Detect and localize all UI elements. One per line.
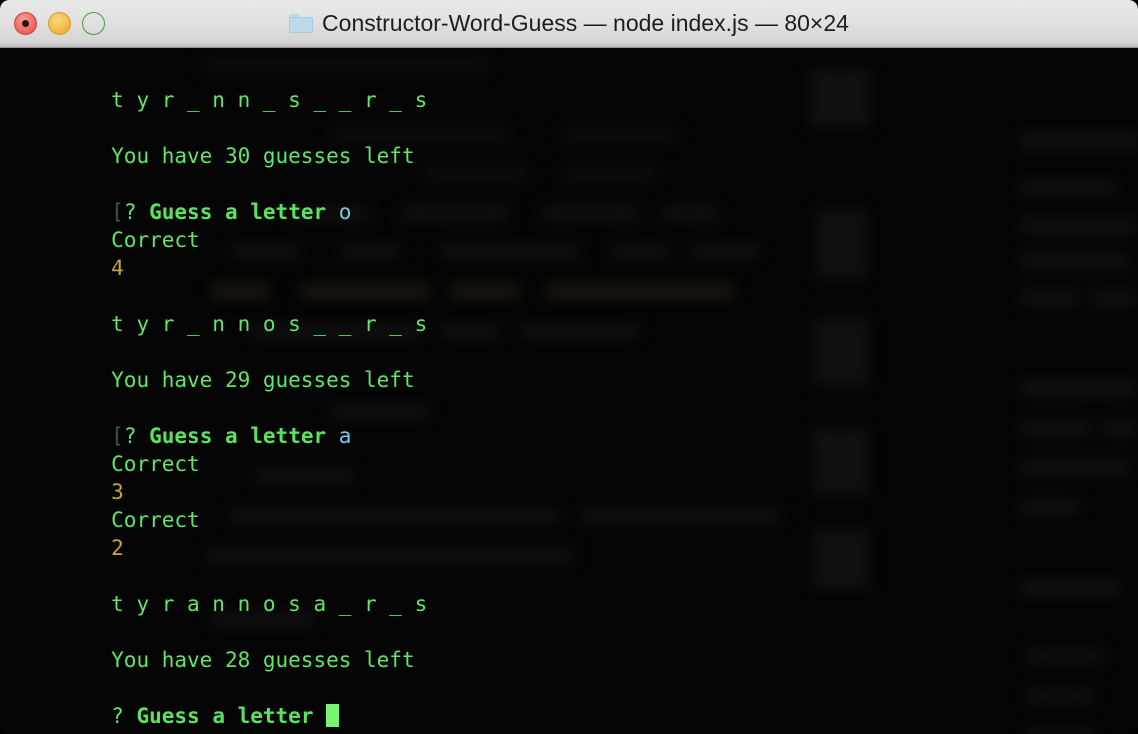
prompt-label: Guess a letter [136,704,314,728]
count-value: 3 [111,480,124,504]
guesses-left-line: You have 29 guesses left [10,338,1138,392]
result-line: Correct [10,478,1138,532]
prompt-line: [? Guess a letter o [10,170,1138,224]
word-display-line: t y r a n n o s a _ r _ s [10,562,1138,616]
window-title: Constructor-Word-Guess — node index.js —… [322,10,849,36]
count-value: 2 [111,536,124,560]
prompt-label: Guess a letter [149,424,327,448]
zoom-button[interactable] [82,12,105,35]
guesses-left-line: You have 28 guesses left [10,618,1138,672]
guesses-left-line: You have 30 guesses left [10,114,1138,168]
word-display: t y r _ n n _ s _ _ r _ s [111,88,428,112]
word-display-line: t y r _ n n _ s _ _ r _ s [10,58,1138,112]
prompt-marker-icon: ? [123,424,137,448]
prompt-marker-icon: ? [111,704,124,728]
guesses-left-text: You have 29 guesses left [111,368,415,392]
prompt-line: [? Guess a letter a [10,394,1138,448]
word-display: t y r a n n o s a _ r _ s [111,592,428,616]
result-text: Correct [111,452,200,476]
terminal-window: Constructor-Word-Guess — node index.js —… [0,0,1138,734]
window-titlebar[interactable]: Constructor-Word-Guess — node index.js —… [0,0,1138,48]
count-value: 4 [111,256,124,280]
prompt-label: Guess a letter [149,200,327,224]
minimize-button[interactable] [48,12,71,35]
guesses-left-text: You have 30 guesses left [111,144,415,168]
prompt-input-value: o [338,200,352,224]
prompt-marker-icon: ? [123,200,137,224]
window-title-group: Constructor-Word-Guess — node index.js —… [0,0,1138,47]
guesses-left-text: You have 28 guesses left [111,648,415,672]
active-prompt-line[interactable]: ? Guess a letter [10,674,1138,728]
traffic-light-group [0,12,105,35]
terminal-content[interactable]: t y r _ n n _ s _ _ r _ s You have 30 gu… [0,48,1138,734]
result-text: Correct [111,228,200,252]
terminal-output: t y r _ n n _ s _ _ r _ s You have 30 gu… [0,48,1138,728]
close-button[interactable] [14,12,37,35]
result-text: Correct [111,508,200,532]
word-display: t y r _ n n o s _ _ r _ s [111,312,428,336]
folder-icon [289,14,314,33]
prompt-bracket: [ [111,424,124,448]
word-display-line: t y r _ n n o s _ _ r _ s [10,282,1138,336]
text-cursor[interactable] [326,704,340,727]
prompt-input-value: a [338,424,352,448]
prompt-bracket: [ [111,200,124,224]
